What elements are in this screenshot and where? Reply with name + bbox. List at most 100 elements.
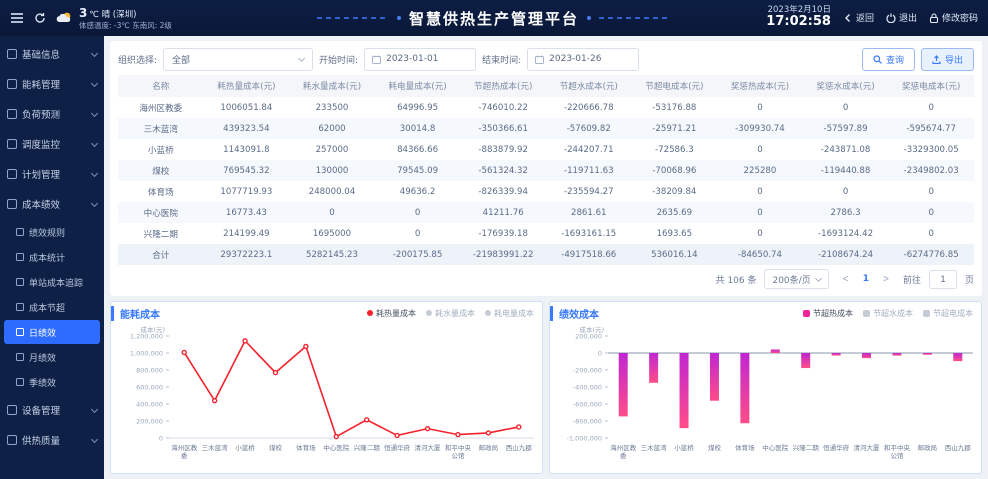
org-select[interactable]: 全部: [163, 47, 314, 71]
column-header: 奖惩电成本(元): [888, 75, 974, 97]
filter-bar: 组织选择: 全部 开始时间: 2023-01-01 结束时间: 2023-01-…: [118, 46, 974, 72]
hamburger-icon: [11, 13, 23, 23]
svg-text:中心医院: 中心医院: [323, 443, 350, 452]
sidebar-subitem-1[interactable]: 成本统计: [4, 245, 100, 269]
table-cell: 84366.66: [397, 144, 439, 155]
svg-text:1,200,000: 1,200,000: [130, 333, 163, 341]
svg-text:0: 0: [598, 350, 602, 358]
table-row: 三木蓝湾 439323.54 62000 30014.8 -350366.61 -5760…: [118, 118, 974, 139]
legend-label: 节超热成本: [813, 308, 853, 318]
sidebar-item-2[interactable]: 负荷预测: [0, 99, 104, 129]
saving-icon: [16, 303, 24, 311]
legend-label: 耗热量成本: [376, 308, 416, 318]
sidebar-subitem-5[interactable]: 月绩效: [4, 345, 100, 369]
performance-cost-chart-title: 绩效成本: [550, 305, 599, 321]
svg-text:清河大厦: 清河大厦: [854, 443, 881, 452]
sidebar-item-0[interactable]: 基础信息: [0, 39, 104, 69]
quality-icon: [7, 435, 17, 445]
svg-text:800,000: 800,000: [136, 367, 163, 375]
svg-text:-800,000: -800,000: [573, 418, 602, 426]
weather-widget: 3 ℃ 晴 (深圳) 体感温度: -3℃ 东南风: 2级: [56, 6, 172, 30]
sidebar-item-7[interactable]: 供热质量: [0, 425, 104, 455]
table-cell: -57597.89: [802, 118, 889, 139]
table-cell: 0: [414, 228, 421, 239]
title-dot-left: [396, 16, 401, 20]
menu-toggle-button[interactable]: [10, 12, 24, 24]
sidebar-item-4[interactable]: 计划管理: [0, 159, 104, 189]
svg-text:煤校: 煤校: [708, 443, 722, 452]
search-button[interactable]: 查询: [861, 47, 915, 71]
legend-marker-icon: [803, 309, 810, 317]
legend-label: 节超水成本: [873, 308, 913, 318]
svg-text:体育场: 体育场: [296, 443, 316, 452]
legend-item[interactable]: 节超水成本: [863, 308, 913, 319]
chevron-down-icon: [90, 199, 99, 207]
energy-cost-chart-panel: 能耗成本 耗热量成本 耗水量成本 耗电量成本 成本(元) 0 200,000 400,00…: [110, 301, 543, 474]
sidebar-subitem-6[interactable]: 季绩效: [4, 370, 100, 394]
end-date-input[interactable]: 2023-01-26: [527, 47, 640, 71]
table-row: 体育场 1077719.93 248000.04 49636.2 -826339.94 -…: [118, 181, 974, 202]
sidebar-item-label: 调度监控: [22, 140, 61, 151]
sidebar-item-5[interactable]: 成本绩效: [0, 189, 104, 219]
table-cell: 62000: [289, 118, 375, 139]
goto-page-input[interactable]: [928, 269, 957, 289]
page-size-select[interactable]: 200条/页: [764, 269, 829, 289]
table-cell: 214199.49: [223, 228, 270, 239]
sidebar-subitem-2[interactable]: 单站成本追踪: [4, 270, 100, 294]
export-button[interactable]: 导出: [920, 47, 974, 71]
legend-item[interactable]: 耗热量成本: [367, 308, 416, 319]
power-icon: [886, 13, 896, 23]
svg-text:海州区教: 海州区教: [610, 443, 637, 452]
export-icon: [932, 54, 941, 64]
chevron-down-icon: [90, 169, 99, 177]
sidebar-item-1[interactable]: 能耗管理: [0, 69, 104, 99]
table-cell: 小蓝桥: [147, 145, 174, 156]
table-cell: 0: [717, 202, 803, 223]
energy-cost-chart-title: 能耗成本: [111, 305, 160, 321]
table-cell: 0: [928, 186, 934, 197]
svg-text:-1,000,000: -1,000,000: [567, 435, 602, 443]
lock-icon: [929, 13, 939, 23]
prev-page-button[interactable]: <: [837, 270, 855, 288]
svg-text:400,000: 400,000: [136, 401, 163, 409]
svg-text:邮政局: 邮政局: [479, 443, 499, 452]
legend-item[interactable]: 节超电成本: [923, 308, 973, 319]
sidebar-item-6[interactable]: 设备管理: [0, 395, 104, 425]
sidebar-subitem-label: 单站成本追踪: [29, 278, 84, 289]
svg-text:邮政局: 邮政局: [918, 443, 938, 452]
current-page[interactable]: 1: [863, 274, 869, 284]
column-header: 节超水成本(元): [545, 75, 632, 97]
next-page-button[interactable]: >: [877, 270, 895, 288]
table-cell: -4917518.66: [545, 244, 632, 265]
total-count: 共 106 条: [715, 275, 757, 286]
start-date-input[interactable]: 2023-01-01: [364, 47, 477, 71]
legend-item[interactable]: 耗电量成本: [485, 308, 534, 319]
change-password-button[interactable]: 修改密码: [929, 11, 978, 24]
legend-item[interactable]: 耗水量成本: [426, 308, 475, 319]
table-row: 海州区教委 1006051.84 233500 64996.95 -746010.22 -…: [118, 97, 974, 118]
sun-cloud-icon: [56, 12, 71, 22]
logout-button[interactable]: 退出: [886, 11, 917, 24]
legend-item[interactable]: 节超热成本: [803, 308, 853, 319]
svg-text:和平中央: 和平中央: [884, 443, 911, 452]
table-cell: 439323.54: [203, 118, 290, 139]
sidebar-subitem-3[interactable]: 成本节超: [4, 295, 100, 319]
back-button[interactable]: 返回: [843, 11, 874, 24]
table-row: 小蓝桥 1143091.8 257000 84366.66 -883879.92 -244…: [118, 139, 974, 160]
goto-suffix: 页: [964, 275, 974, 286]
sidebar-subitem-0[interactable]: 绩效规则: [4, 220, 100, 244]
table-cell: 16773.43: [203, 202, 290, 223]
table-cell: 5282145.23: [289, 244, 375, 265]
refresh-button[interactable]: [34, 12, 46, 24]
legend-marker-icon: [367, 310, 373, 316]
table-cell: -826339.94: [478, 186, 528, 197]
sidebar-item-label: 计划管理: [22, 170, 61, 181]
cost-performance-icon: [7, 199, 17, 209]
sidebar-item-3[interactable]: 调度监控: [0, 129, 104, 159]
sidebar-subitem-4[interactable]: 日绩效: [4, 320, 100, 344]
legend-label: 耗电量成本: [494, 308, 534, 318]
svg-text:和平中央: 和平中央: [445, 443, 472, 452]
page-title: 智慧供热生产管理平台: [408, 9, 580, 28]
table-cell: 769545.32: [203, 160, 290, 181]
svg-text:公馆: 公馆: [890, 451, 904, 460]
